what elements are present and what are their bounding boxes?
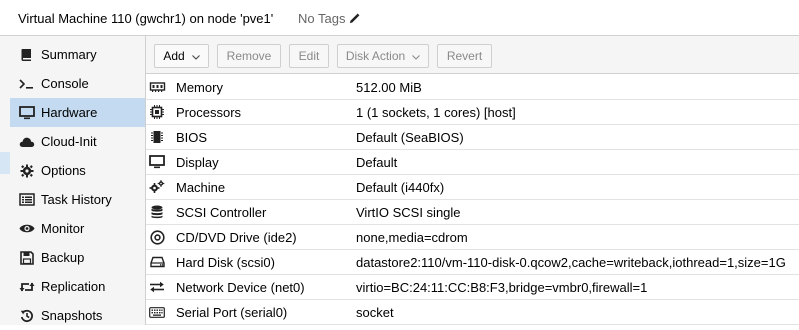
table-row[interactable]: Serial Port (serial0) socket bbox=[146, 300, 799, 325]
chevron-down-icon bbox=[191, 49, 200, 63]
database-icon bbox=[149, 204, 165, 220]
sidebar-item-options[interactable]: Options bbox=[10, 156, 145, 185]
row-value: Default bbox=[356, 155, 398, 170]
sidebar-item-label: Task History bbox=[41, 192, 112, 207]
cloud-icon bbox=[18, 134, 36, 150]
row-value: datastore2:110/vm-110-disk-0.qcow2,cache… bbox=[356, 255, 786, 270]
table-row[interactable]: Network Device (net0) virtio=BC:24:11:CC… bbox=[146, 275, 799, 300]
row-value: none,media=cdrom bbox=[356, 230, 468, 245]
disk-action-button[interactable]: Disk Action bbox=[337, 44, 429, 68]
row-value: 1 (1 sockets, 1 cores) [host] bbox=[356, 105, 516, 120]
gear-icon bbox=[18, 163, 36, 179]
add-button[interactable]: Add bbox=[154, 44, 209, 68]
sidebar-item-label: Cloud-Init bbox=[41, 134, 97, 149]
hardware-toolbar: Add Remove Edit Disk Action Revert bbox=[146, 36, 799, 74]
pencil-icon[interactable] bbox=[349, 13, 360, 24]
disk-action-button-label: Disk Action bbox=[345, 49, 406, 63]
sidebar-item-label: Monitor bbox=[41, 221, 85, 236]
keyboard-icon bbox=[149, 304, 165, 320]
page-title: Virtual Machine 110 (gwchr1) on node 'pv… bbox=[18, 11, 274, 26]
chevron-down-icon bbox=[412, 49, 421, 63]
row-value: Default (i440fx) bbox=[356, 180, 445, 195]
sidebar: Summary Console Hardware Cloud-Init Opti… bbox=[0, 36, 146, 325]
table-row[interactable]: Machine Default (i440fx) bbox=[146, 175, 799, 200]
cdrom-icon bbox=[149, 229, 165, 245]
table-row[interactable]: Hard Disk (scsi0) datastore2:110/vm-110-… bbox=[146, 250, 799, 275]
row-value: Default (SeaBIOS) bbox=[356, 130, 464, 145]
history-icon bbox=[18, 308, 36, 324]
sidebar-item-label: Options bbox=[41, 163, 86, 178]
book-icon bbox=[18, 47, 36, 63]
sidebar-item-summary[interactable]: Summary bbox=[10, 40, 145, 69]
row-name: Serial Port (serial0) bbox=[176, 305, 288, 320]
memory-icon bbox=[149, 79, 165, 95]
terminal-icon bbox=[18, 76, 36, 92]
sidebar-item-label: Console bbox=[41, 76, 89, 91]
row-value: virtio=BC:24:11:CC:B8:F3,bridge=vmbr0,fi… bbox=[356, 280, 648, 295]
table-row[interactable]: CD/DVD Drive (ide2) none,media=cdrom bbox=[146, 225, 799, 250]
sidebar-item-backup[interactable]: Backup bbox=[10, 243, 145, 272]
sidebar-item-label: Replication bbox=[41, 279, 106, 294]
sidebar-edge-marker bbox=[0, 152, 10, 174]
table-row[interactable]: Display Default bbox=[146, 150, 799, 175]
sidebar-item-label: Hardware bbox=[41, 105, 98, 120]
monitor-icon bbox=[18, 105, 36, 121]
table-row[interactable]: Processors 1 (1 sockets, 1 cores) [host] bbox=[146, 100, 799, 125]
row-value: socket bbox=[356, 305, 394, 320]
sidebar-item-console[interactable]: Console bbox=[10, 69, 145, 98]
header-bar: Virtual Machine 110 (gwchr1) on node 'pv… bbox=[0, 0, 799, 36]
row-value: VirtIO SCSI single bbox=[356, 205, 461, 220]
microchip-icon bbox=[149, 129, 165, 145]
hdd-icon bbox=[149, 254, 165, 270]
list-icon bbox=[18, 192, 36, 208]
hardware-grid: Memory 512.00 MiB Processors 1 (1 socket… bbox=[146, 74, 799, 325]
sidebar-item-label: Snapshots bbox=[41, 308, 103, 323]
retweet-icon bbox=[18, 279, 36, 295]
desktop-icon bbox=[149, 154, 165, 170]
remove-button-label: Remove bbox=[226, 49, 272, 63]
revert-button[interactable]: Revert bbox=[437, 44, 492, 68]
row-name: BIOS bbox=[176, 130, 208, 145]
cpu-icon bbox=[149, 104, 165, 120]
sidebar-item-monitor[interactable]: Monitor bbox=[10, 214, 145, 243]
row-name: CD/DVD Drive (ide2) bbox=[176, 230, 297, 245]
floppy-icon bbox=[18, 250, 36, 266]
row-name: Network Device (net0) bbox=[176, 280, 305, 295]
sidebar-item-snapshots[interactable]: Snapshots bbox=[10, 301, 145, 330]
sidebar-item-replication[interactable]: Replication bbox=[10, 272, 145, 301]
sidebar-item-task-history[interactable]: Task History bbox=[10, 185, 145, 214]
sidebar-item-label: Backup bbox=[41, 250, 85, 265]
row-name: Processors bbox=[176, 105, 242, 120]
tags-label: No Tags bbox=[298, 11, 346, 26]
table-row[interactable]: Memory 512.00 MiB bbox=[146, 75, 799, 100]
add-button-label: Add bbox=[163, 49, 185, 63]
tags-editor[interactable]: No Tags bbox=[298, 11, 360, 26]
row-name: Hard Disk (scsi0) bbox=[176, 255, 275, 270]
row-name: Display bbox=[176, 155, 219, 170]
table-row[interactable]: SCSI Controller VirtIO SCSI single bbox=[146, 200, 799, 225]
remove-button[interactable]: Remove bbox=[217, 44, 281, 68]
edit-button[interactable]: Edit bbox=[289, 44, 329, 68]
exchange-icon bbox=[149, 279, 165, 295]
sidebar-item-label: Summary bbox=[41, 47, 97, 62]
row-name: Machine bbox=[176, 180, 226, 195]
cogs-icon bbox=[149, 179, 165, 195]
sidebar-item-cloud-init[interactable]: Cloud-Init bbox=[10, 127, 145, 156]
eye-icon bbox=[18, 221, 36, 237]
row-name: SCSI Controller bbox=[176, 205, 267, 220]
table-row[interactable]: BIOS Default (SeaBIOS) bbox=[146, 125, 799, 150]
row-name: Memory bbox=[176, 80, 223, 95]
revert-button-label: Revert bbox=[446, 49, 483, 63]
row-value: 512.00 MiB bbox=[356, 80, 422, 95]
sidebar-item-hardware[interactable]: Hardware bbox=[10, 98, 145, 127]
edit-button-label: Edit bbox=[298, 49, 320, 63]
